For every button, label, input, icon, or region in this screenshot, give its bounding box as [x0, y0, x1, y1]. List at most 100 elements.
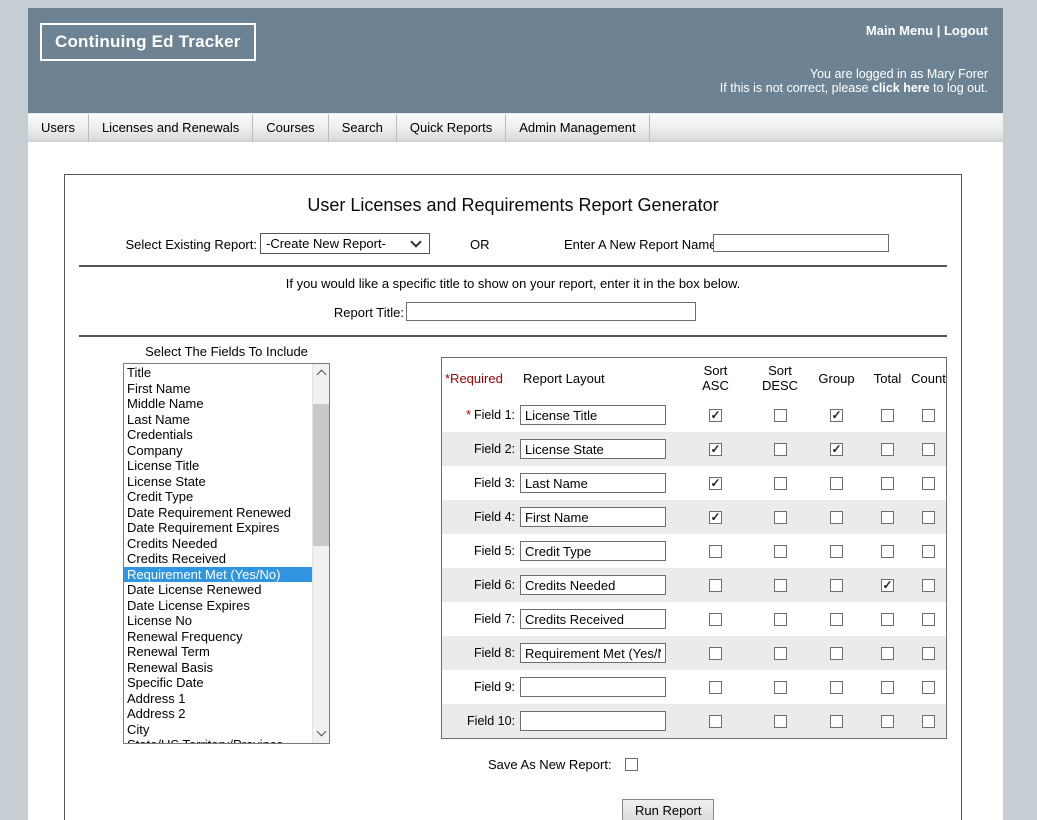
- scroll-down-arrow-icon[interactable]: [313, 725, 330, 742]
- field-9-sort-asc-checkbox[interactable]: [709, 681, 722, 694]
- field-9-sort-desc-checkbox[interactable]: [774, 681, 787, 694]
- field-1-group-checkbox[interactable]: ✓: [830, 409, 843, 422]
- listbox-scrollbar[interactable]: [312, 364, 329, 743]
- field-3-group-checkbox[interactable]: [830, 477, 843, 490]
- nav-tab-licenses-and-renewals[interactable]: Licenses and Renewals: [89, 114, 253, 142]
- field-8-sort-desc-checkbox[interactable]: [774, 647, 787, 660]
- existing-report-select[interactable]: -Create New Report-: [260, 233, 430, 254]
- scrollbar-thumb[interactable]: [313, 404, 330, 546]
- run-report-button[interactable]: Run Report: [622, 799, 714, 820]
- field-4-count-checkbox[interactable]: [922, 511, 935, 524]
- field-10-total-checkbox[interactable]: [881, 715, 894, 728]
- nav-tab-users[interactable]: Users: [28, 114, 89, 142]
- field-5-sort-asc-checkbox[interactable]: [709, 545, 722, 558]
- click-here-link[interactable]: click here: [872, 81, 930, 95]
- nav-tab-search[interactable]: Search: [329, 114, 397, 142]
- field-1-input[interactable]: [520, 405, 666, 425]
- field-option-city[interactable]: City: [124, 722, 312, 738]
- field-1-total-checkbox[interactable]: [881, 409, 894, 422]
- field-2-sort-asc-checkbox[interactable]: ✓: [709, 443, 722, 456]
- field-option-address-2[interactable]: Address 2: [124, 706, 312, 722]
- field-3-sort-desc-checkbox[interactable]: [774, 477, 787, 490]
- field-option-license-no[interactable]: License No: [124, 613, 312, 629]
- field-option-date-requirement-expires[interactable]: Date Requirement Expires: [124, 520, 312, 536]
- field-option-renewal-basis[interactable]: Renewal Basis: [124, 660, 312, 676]
- field-7-input[interactable]: [520, 609, 666, 629]
- field-6-sort-asc-checkbox[interactable]: [709, 579, 722, 592]
- field-option-date-license-expires[interactable]: Date License Expires: [124, 598, 312, 614]
- field-option-credit-type[interactable]: Credit Type: [124, 489, 312, 505]
- field-option-license-state[interactable]: License State: [124, 474, 312, 490]
- field-4-sort-desc-checkbox[interactable]: [774, 511, 787, 524]
- field-option-credentials[interactable]: Credentials: [124, 427, 312, 443]
- field-option-renewal-term[interactable]: Renewal Term: [124, 644, 312, 660]
- field-10-count-checkbox[interactable]: [922, 715, 935, 728]
- field-1-count-checkbox[interactable]: [922, 409, 935, 422]
- field-5-group-checkbox[interactable]: [830, 545, 843, 558]
- nav-tab-admin-management[interactable]: Admin Management: [506, 114, 649, 142]
- field-option-middle-name[interactable]: Middle Name: [124, 396, 312, 412]
- field-6-total-checkbox[interactable]: ✓: [881, 579, 894, 592]
- field-10-input[interactable]: [520, 711, 666, 731]
- field-7-sort-desc-checkbox[interactable]: [774, 613, 787, 626]
- field-1-sort-desc-checkbox[interactable]: [774, 409, 787, 422]
- field-option-address-1[interactable]: Address 1: [124, 691, 312, 707]
- field-option-company[interactable]: Company: [124, 443, 312, 459]
- field-9-group-checkbox[interactable]: [830, 681, 843, 694]
- report-title-input[interactable]: [406, 302, 696, 321]
- field-3-input[interactable]: [520, 473, 666, 493]
- field-2-input[interactable]: [520, 439, 666, 459]
- field-option-date-requirement-renewed[interactable]: Date Requirement Renewed: [124, 505, 312, 521]
- field-2-count-checkbox[interactable]: [922, 443, 935, 456]
- field-4-group-checkbox[interactable]: [830, 511, 843, 524]
- nav-tab-quick-reports[interactable]: Quick Reports: [397, 114, 506, 142]
- main-menu-link[interactable]: Main Menu: [866, 23, 933, 38]
- field-8-input[interactable]: [520, 643, 666, 663]
- field-option-date-license-renewed[interactable]: Date License Renewed: [124, 582, 312, 598]
- field-6-group-checkbox[interactable]: [830, 579, 843, 592]
- field-option-first-name[interactable]: First Name: [124, 381, 312, 397]
- field-5-total-checkbox[interactable]: [881, 545, 894, 558]
- field-8-group-checkbox[interactable]: [830, 647, 843, 660]
- field-7-total-checkbox[interactable]: [881, 613, 894, 626]
- field-2-group-checkbox[interactable]: ✓: [830, 443, 843, 456]
- field-6-count-checkbox[interactable]: [922, 579, 935, 592]
- field-4-sort-asc-checkbox[interactable]: ✓: [709, 511, 722, 524]
- field-7-sort-asc-checkbox[interactable]: [709, 613, 722, 626]
- field-8-total-checkbox[interactable]: [881, 647, 894, 660]
- field-option-license-title[interactable]: License Title: [124, 458, 312, 474]
- field-5-input[interactable]: [520, 541, 666, 561]
- field-option-credits-needed[interactable]: Credits Needed: [124, 536, 312, 552]
- field-7-group-checkbox[interactable]: [830, 613, 843, 626]
- field-5-count-checkbox[interactable]: [922, 545, 935, 558]
- field-5-sort-desc-checkbox[interactable]: [774, 545, 787, 558]
- field-3-count-checkbox[interactable]: [922, 477, 935, 490]
- field-1-sort-asc-checkbox[interactable]: ✓: [709, 409, 722, 422]
- nav-tab-courses[interactable]: Courses: [253, 114, 328, 142]
- save-as-new-report-checkbox[interactable]: [625, 758, 638, 771]
- field-option-specific-date[interactable]: Specific Date: [124, 675, 312, 691]
- field-10-group-checkbox[interactable]: [830, 715, 843, 728]
- field-6-sort-desc-checkbox[interactable]: [774, 579, 787, 592]
- logout-link[interactable]: Logout: [944, 23, 988, 38]
- field-3-total-checkbox[interactable]: [881, 477, 894, 490]
- field-9-input[interactable]: [520, 677, 666, 697]
- field-10-sort-asc-checkbox[interactable]: [709, 715, 722, 728]
- field-8-count-checkbox[interactable]: [922, 647, 935, 660]
- field-4-input[interactable]: [520, 507, 666, 527]
- field-8-sort-asc-checkbox[interactable]: [709, 647, 722, 660]
- scroll-up-arrow-icon[interactable]: [313, 365, 330, 382]
- field-option-requirement-met-yes-no[interactable]: Requirement Met (Yes/No): [124, 567, 312, 583]
- field-9-count-checkbox[interactable]: [922, 681, 935, 694]
- field-option-state-us-territory-province[interactable]: State/US Territory/Province: [124, 737, 312, 743]
- field-3-sort-asc-checkbox[interactable]: ✓: [709, 477, 722, 490]
- field-option-renewal-frequency[interactable]: Renewal Frequency: [124, 629, 312, 645]
- new-report-name-input[interactable]: [713, 234, 889, 252]
- field-2-total-checkbox[interactable]: [881, 443, 894, 456]
- field-6-input[interactable]: [520, 575, 666, 595]
- field-9-total-checkbox[interactable]: [881, 681, 894, 694]
- field-2-sort-desc-checkbox[interactable]: [774, 443, 787, 456]
- field-option-credits-received[interactable]: Credits Received: [124, 551, 312, 567]
- field-10-sort-desc-checkbox[interactable]: [774, 715, 787, 728]
- field-option-last-name[interactable]: Last Name: [124, 412, 312, 428]
